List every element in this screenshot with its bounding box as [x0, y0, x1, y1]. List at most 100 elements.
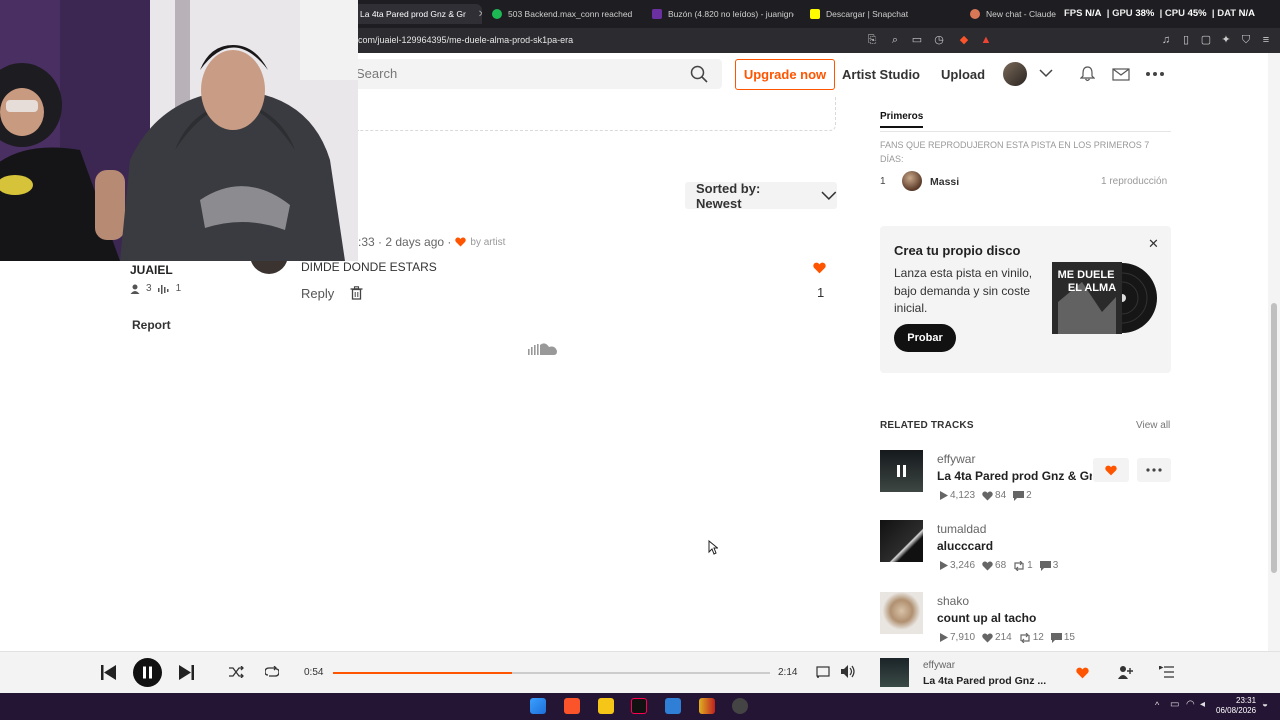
track-artwork[interactable] [880, 520, 923, 562]
previous-track-icon[interactable] [101, 665, 116, 680]
cpu-value: 45% [1187, 8, 1207, 19]
search-input[interactable] [356, 66, 676, 81]
try-vinyl-button[interactable]: Probar [894, 324, 956, 352]
track-artist[interactable]: effywar [937, 452, 975, 466]
repost-icon [1020, 632, 1030, 643]
tab-current-track[interactable]: La 4ta Pared prod Gnz & Gr ✕ [352, 4, 482, 24]
chevron-down-icon[interactable] [1039, 69, 1053, 78]
user-avatar[interactable] [1003, 62, 1027, 86]
more-button[interactable] [1137, 458, 1171, 482]
comment-like-icon[interactable] [813, 262, 826, 274]
vpn-icon[interactable]: ⛉ [1240, 34, 1252, 46]
brave-browser-icon[interactable] [564, 698, 580, 714]
sort-dropdown[interactable]: Sorted by: Newest [685, 181, 837, 211]
tab-snapchat[interactable]: Descargar | Snapchat [802, 4, 952, 24]
play-count-icon [940, 561, 948, 570]
pause-button[interactable] [133, 658, 162, 687]
pause-icon[interactable] [880, 450, 923, 492]
like-icon[interactable] [1076, 667, 1089, 679]
track-title[interactable]: count up al tacho [937, 611, 1092, 625]
upgrade-button[interactable]: Upgrade now [735, 59, 835, 90]
now-playing-artwork[interactable] [880, 658, 909, 687]
more-options-icon[interactable] [1146, 72, 1164, 76]
track-artwork[interactable] [880, 450, 923, 492]
track-title[interactable]: La 4ta Pared prod Gnz & Gr [937, 469, 1092, 483]
url-text[interactable]: com/juaiel-129964395/me-duele-alma-prod-… [358, 35, 573, 45]
volume-icon[interactable] [841, 665, 856, 678]
progress-bar[interactable] [333, 672, 770, 674]
queue-icon[interactable] [1159, 666, 1174, 678]
fan-avatar[interactable] [902, 171, 922, 191]
repost-count: 12 [1032, 632, 1044, 643]
app-icon[interactable] [699, 698, 715, 714]
photos-icon[interactable] [665, 698, 681, 714]
zoom-icon[interactable]: ⌕ [889, 34, 901, 46]
like-button[interactable] [1093, 458, 1129, 482]
close-icon[interactable]: ✕ [1148, 236, 1159, 252]
comment-text: DIMDE DONDE ESTARS [301, 260, 437, 274]
search-icon[interactable] [690, 65, 708, 83]
scrollbar-thumb[interactable] [1271, 303, 1277, 573]
tab-primeros[interactable]: Primeros [880, 111, 924, 128]
page-scrollbar[interactable] [1268, 53, 1280, 651]
claude-icon [970, 9, 980, 19]
repeat-icon[interactable] [265, 666, 279, 678]
now-playing-artist[interactable]: effywar [923, 660, 955, 671]
tiktok-icon[interactable] [631, 698, 647, 714]
related-track-item[interactable]: shako count up al tacho 7,910 214 12 15 [880, 592, 1171, 657]
speaker-icon[interactable]: ◂ [1200, 699, 1205, 710]
tracks-count[interactable]: 1 [176, 283, 182, 294]
fan-name[interactable]: Massi [930, 176, 959, 188]
report-link[interactable]: Report [132, 318, 171, 332]
track-artist[interactable]: tumaldad [937, 522, 986, 536]
wifi-icon[interactable]: ◠ [1186, 699, 1195, 710]
related-track-item[interactable]: tumaldad alucccard 3,246 68 1 3 [880, 520, 1171, 585]
cast-icon[interactable]: ▭ [911, 34, 923, 46]
file-explorer-icon[interactable] [598, 698, 614, 714]
obs-icon[interactable] [732, 698, 748, 714]
tray-monitor-icon[interactable]: ▭ [1170, 699, 1179, 710]
user-name[interactable]: JUAIEL [130, 263, 173, 277]
history-icon[interactable]: ◷ [933, 34, 945, 46]
leo-icon[interactable]: ✦ [1220, 34, 1232, 46]
wallet-icon[interactable]: ▢ [1200, 34, 1212, 46]
trash-icon[interactable] [350, 286, 363, 300]
track-title[interactable]: alucccard [937, 539, 1092, 553]
tab-mail[interactable]: Buzón (4.820 no leídos) - juanigno... [644, 4, 794, 24]
artist-studio-link[interactable]: Artist Studio [842, 67, 920, 82]
music-icon[interactable]: ♫ [1160, 34, 1172, 46]
now-playing-title[interactable]: La 4ta Pared prod Gnz ... [923, 675, 1046, 687]
play-count: 4,123 [950, 490, 976, 501]
like-count: 84 [995, 490, 1007, 501]
followers-count[interactable]: 3 [146, 283, 152, 294]
tab-claude[interactable]: New chat - Claude [962, 4, 1062, 24]
bell-icon[interactable] [1080, 66, 1095, 82]
comment-timestamp[interactable]: :33 · 2 days ago · [358, 235, 451, 249]
cast-icon[interactable] [816, 666, 830, 678]
notification-bell-icon[interactable]: ◒ [1262, 699, 1268, 710]
related-track-item[interactable]: effywar La 4ta Pared prod Gnz & Gr 4,123… [880, 450, 1171, 515]
brave-shield-icon[interactable]: ◆ [958, 34, 970, 46]
rewards-icon[interactable]: ▲ [980, 34, 992, 46]
tab-backend-error[interactable]: 503 Backend.max_conn reached [484, 4, 634, 24]
follow-user-icon[interactable] [1118, 665, 1133, 679]
track-artist[interactable]: shako [937, 594, 969, 608]
search-box[interactable] [346, 59, 722, 89]
close-tab-icon[interactable]: ✕ [478, 9, 482, 20]
track-artwork[interactable] [880, 592, 923, 634]
upload-link[interactable]: Upload [941, 67, 985, 82]
pause-icon [143, 666, 152, 679]
dat-label: DAT [1217, 8, 1237, 19]
view-all-link[interactable]: View all [1136, 420, 1170, 431]
tray-chevron-icon[interactable]: ^ [1155, 700, 1159, 710]
taskbar-clock[interactable]: 23:31 06/08/2026 [1216, 696, 1256, 716]
messages-icon[interactable] [1112, 68, 1130, 81]
play-count: 7,910 [950, 632, 976, 643]
windows-start-icon[interactable] [530, 698, 546, 714]
shuffle-icon[interactable] [229, 666, 244, 678]
next-track-icon[interactable] [179, 665, 194, 680]
menu-icon[interactable]: ≡ [1260, 34, 1272, 46]
translate-icon[interactable]: ⎘ [866, 34, 878, 46]
sidebar-icon[interactable]: ▯ [1180, 34, 1192, 46]
reply-button[interactable]: Reply [301, 286, 334, 301]
